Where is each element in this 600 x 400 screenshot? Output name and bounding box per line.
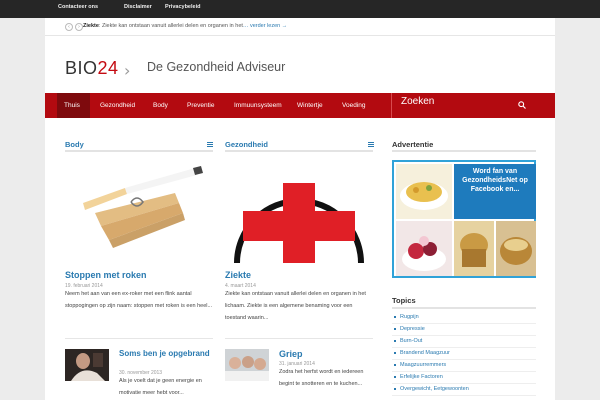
section-divider <box>392 307 536 309</box>
section-title-topics: Topics <box>392 296 416 305</box>
article-image-cigarette[interactable] <box>65 158 210 263</box>
ticker-text[interactable]: Ziekte: Ziekte kan ontstaan vanuit aller… <box>83 23 287 29</box>
article-excerpt: Zodra het herfst wordt en iedereen begin… <box>279 369 364 387</box>
topic-link[interactable]: Overgewicht, Eetgewoonten <box>392 384 536 396</box>
menu-icon[interactable] <box>207 142 213 147</box>
site-tagline: De Gezondheid Adviseur <box>147 60 286 74</box>
topbar-link-disclaimer[interactable]: Disclaimer <box>124 4 152 10</box>
topic-link[interactable]: Rugpijn <box>392 312 536 324</box>
top-bar: Contacteer ons Disclaimer Privacybeleid <box>0 0 600 18</box>
ad-food-image <box>496 221 536 276</box>
article-title[interactable]: Stoppen met roken <box>65 270 147 280</box>
ticker-more-link[interactable]: … verder lezen → <box>243 23 287 29</box>
article-thumbnail[interactable] <box>65 349 109 381</box>
ticker-prev-icon[interactable]: ‹ <box>65 23 73 31</box>
main-nav: Thuis Gezondheid Body Preventie Immuunsy… <box>45 93 555 118</box>
ticker-next-icon[interactable]: › <box>75 23 83 31</box>
nav-divider <box>391 93 392 118</box>
divider <box>65 338 213 339</box>
topbar-link-privacy[interactable]: Privacybeleid <box>165 4 200 10</box>
divider <box>225 338 373 339</box>
page-container: ‹ › Ziekte: Ziekte kan ontstaan vanuit a… <box>45 18 555 400</box>
article-title[interactable]: Soms ben je opgebrand <box>119 349 215 359</box>
ad-food-image <box>396 221 452 276</box>
topic-link[interactable]: Maagzuurremmers <box>392 360 536 372</box>
article-image-red-cross[interactable] <box>225 158 373 263</box>
ticker-label: Ziekte <box>83 23 99 29</box>
topic-link[interactable]: Depressie <box>392 324 536 336</box>
ad-food-image <box>396 164 452 219</box>
article-title[interactable]: Ziekte <box>225 270 251 280</box>
nav-item-preventie[interactable]: Preventie <box>187 93 214 118</box>
ad-text: Word fan van GezondheidsNet op Facebook … <box>454 164 536 219</box>
section-title-gezondheid[interactable]: Gezondheid <box>225 140 268 149</box>
article-thumbnail[interactable] <box>225 349 269 381</box>
menu-icon[interactable] <box>368 142 374 147</box>
logo-text: BIO <box>65 58 98 78</box>
nav-item-body[interactable]: Body <box>153 93 168 118</box>
search-icon[interactable] <box>518 101 526 109</box>
nav-item-voeding[interactable]: Voeding <box>342 93 366 118</box>
section-divider <box>392 150 536 152</box>
section-title-body[interactable]: Body <box>65 140 84 149</box>
section-divider <box>225 150 373 152</box>
site-logo[interactable]: BIO24 <box>65 58 119 79</box>
article-excerpt: Neem het aan van een ex-roker met een fl… <box>65 291 213 309</box>
article-excerpt: Als je voelt dat je geen energie en moti… <box>119 378 202 396</box>
nav-item-wintertje[interactable]: Wintertje <box>297 93 323 118</box>
ticker-body: : Ziekte kan ontstaan vanuit allerlei de… <box>98 23 243 29</box>
nav-item-gezondheid[interactable]: Gezondheid <box>100 93 135 118</box>
logo-number: 24 <box>97 58 119 78</box>
nav-item-thuis[interactable]: Thuis <box>57 93 90 118</box>
topic-link[interactable]: Erfelijke Factoren <box>392 372 536 384</box>
topic-link[interactable]: Burn-Out <box>392 336 536 348</box>
article-excerpt: Ziekte kan ontstaan vanuit allerlei dele… <box>225 291 366 321</box>
article-title[interactable]: Griep <box>279 349 303 359</box>
topbar-link-contact[interactable]: Contacteer ons <box>58 4 98 10</box>
section-title-advertentie: Advertentie <box>392 140 434 149</box>
ad-food-image <box>454 221 494 276</box>
nav-item-immuunsysteem[interactable]: Immuunsysteem <box>234 93 282 118</box>
search-input[interactable]: Zoeken <box>401 93 434 110</box>
advertisement-banner[interactable]: Word fan van GezondheidsNet op Facebook … <box>392 160 536 278</box>
topic-link[interactable]: Brandend Maagzuur <box>392 348 536 360</box>
news-ticker: ‹ › Ziekte: Ziekte kan ontstaan vanuit a… <box>45 18 555 36</box>
chevron-right-icon: › <box>124 61 131 80</box>
section-divider <box>65 150 213 152</box>
